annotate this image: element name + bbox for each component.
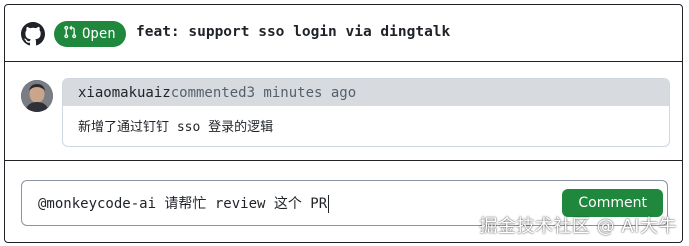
comment-timestamp[interactable]: 3 minutes ago [247, 85, 357, 101]
pr-state-badge: Open [54, 21, 126, 47]
github-logo-icon[interactable] [21, 22, 45, 46]
comment-input[interactable]: @monkeycode-ai 请帮忙 review 这个 PR [38, 193, 330, 213]
comment-author[interactable]: xiaomakuaiz [78, 85, 171, 101]
pr-timeline: xiaomakuaiz commented 3 minutes ago 新增了通… [5, 62, 682, 161]
avatar[interactable] [21, 80, 53, 112]
git-pull-request-icon [63, 25, 77, 43]
pr-header: Open feat: support sso login via dingtal… [5, 5, 682, 62]
comment-input-value: @monkeycode-ai 请帮忙 review 这个 PR [38, 196, 328, 212]
watermark: 掘金技术社区 @ AI大牛 [479, 216, 677, 237]
comment-card: xiaomakuaiz commented 3 minutes ago 新增了通… [62, 78, 670, 147]
pr-state-label: Open [82, 26, 116, 42]
comment-header: xiaomakuaiz commented 3 minutes ago [63, 79, 669, 106]
pull-request-panel: Open feat: support sso login via dingtal… [4, 4, 683, 243]
text-cursor [328, 195, 330, 213]
comment-body: 新增了通过钉钉 sso 登录的逻辑 [78, 120, 274, 135]
pr-title: feat: support sso login via dingtalk [136, 24, 451, 40]
comment-action: commented [170, 84, 247, 101]
